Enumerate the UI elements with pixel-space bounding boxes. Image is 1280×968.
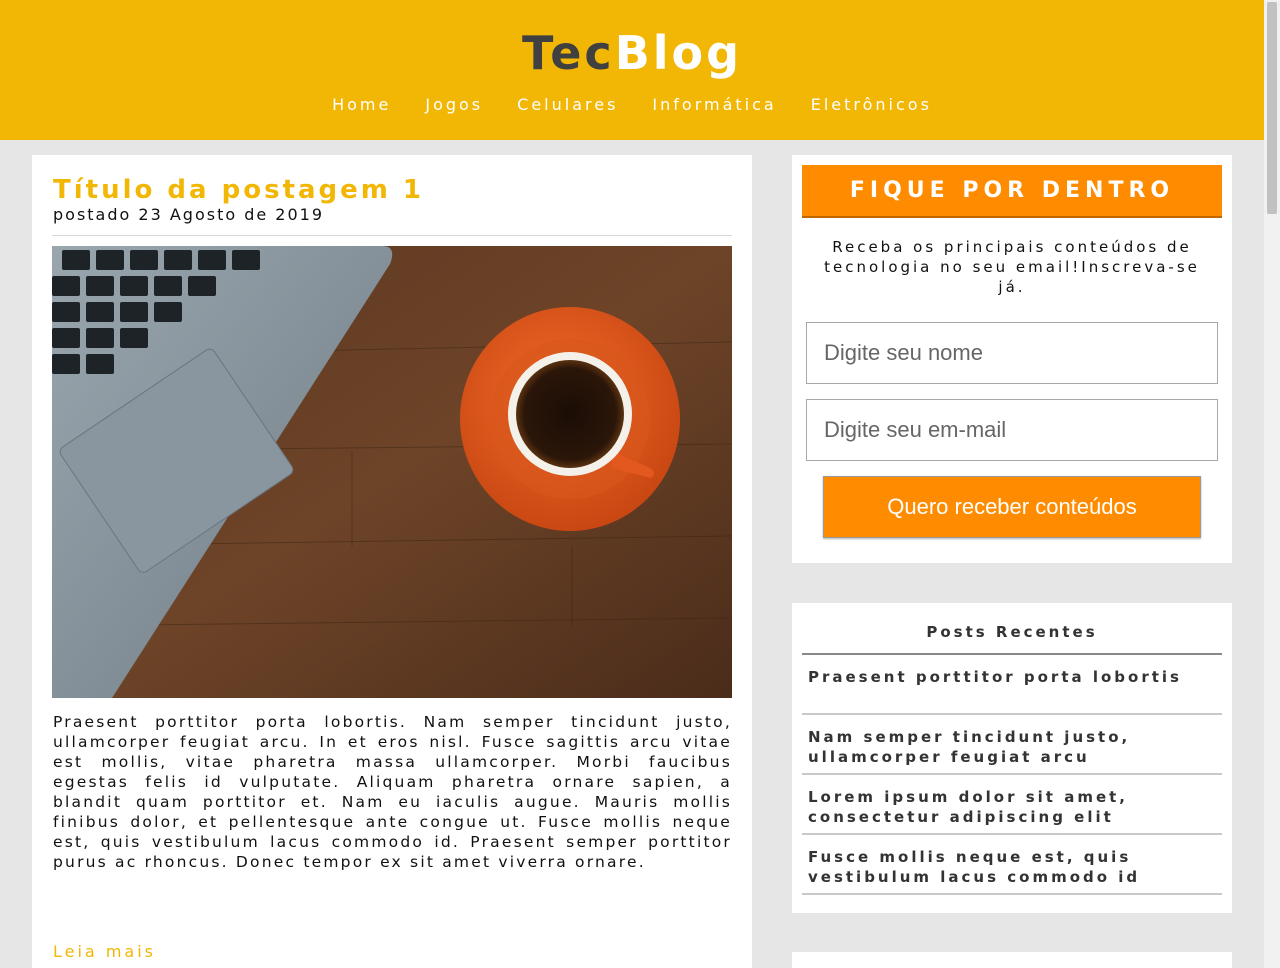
sidebar-card-partial — [792, 952, 1232, 968]
scrollbar-thumb[interactable] — [1267, 2, 1277, 214]
nav-item-eletronicos[interactable]: Eletrônicos — [811, 94, 932, 116]
logo-part-tec: Tec — [521, 26, 615, 80]
main-nav: Home Jogos Celulares Informática Eletrôn… — [0, 94, 1264, 116]
nav-item-informatica[interactable]: Informática — [652, 94, 776, 116]
post-divider — [52, 235, 732, 236]
recent-posts-list: Praesent porttitor porta lobortis Nam se… — [802, 655, 1222, 895]
newsletter-heading: FIQUE POR DENTRO — [802, 165, 1222, 216]
recent-posts-title: Posts Recentes — [926, 623, 1098, 641]
recent-post-link[interactable]: Fusce mollis neque est, quis vestibulum … — [808, 847, 1216, 887]
recent-posts-card: Posts Recentes Praesent porttitor porta … — [792, 603, 1232, 913]
page-scrollbar[interactable] — [1264, 0, 1280, 968]
logo-part-blog: Blog — [614, 26, 743, 80]
read-more-link[interactable]: Leia mais — [53, 942, 156, 962]
list-item: Lorem ipsum dolor sit amet, consectetur … — [802, 775, 1222, 835]
post-image — [52, 246, 732, 698]
newsletter-text: Receba os principais conteúdos de tecnol… — [824, 238, 1200, 296]
recent-post-link[interactable]: Praesent porttitor porta lobortis — [808, 667, 1216, 687]
recent-post-link[interactable]: Lorem ipsum dolor sit amet, consectetur … — [808, 787, 1216, 827]
newsletter-card: FIQUE POR DENTRO Receba os principais co… — [792, 155, 1232, 563]
name-input[interactable] — [806, 322, 1218, 384]
post-card: Título da postagem 1 postado 23 Agosto d… — [32, 155, 752, 968]
email-input[interactable] — [806, 399, 1218, 461]
subscribe-button[interactable]: Quero receber conteúdos — [823, 476, 1201, 538]
list-item: Nam semper tincidunt justo, ullamcorper … — [802, 715, 1222, 775]
post-body: Praesent porttitor porta lobortis. Nam s… — [53, 713, 732, 871]
list-item: Fusce mollis neque est, quis vestibulum … — [802, 835, 1222, 895]
post-title[interactable]: Título da postagem 1 — [53, 174, 424, 206]
recent-post-link[interactable]: Nam semper tincidunt justo, ullamcorper … — [808, 727, 1216, 767]
nav-item-celulares[interactable]: Celulares — [517, 94, 618, 116]
nav-item-jogos[interactable]: Jogos — [425, 94, 483, 116]
nav-item-home[interactable]: Home — [332, 94, 391, 116]
list-item: Praesent porttitor porta lobortis — [802, 655, 1222, 715]
post-date: postado 23 Agosto de 2019 — [53, 205, 325, 224]
site-header: TecBlog Home Jogos Celulares Informática… — [0, 0, 1264, 140]
site-logo[interactable]: TecBlog — [0, 26, 1264, 80]
